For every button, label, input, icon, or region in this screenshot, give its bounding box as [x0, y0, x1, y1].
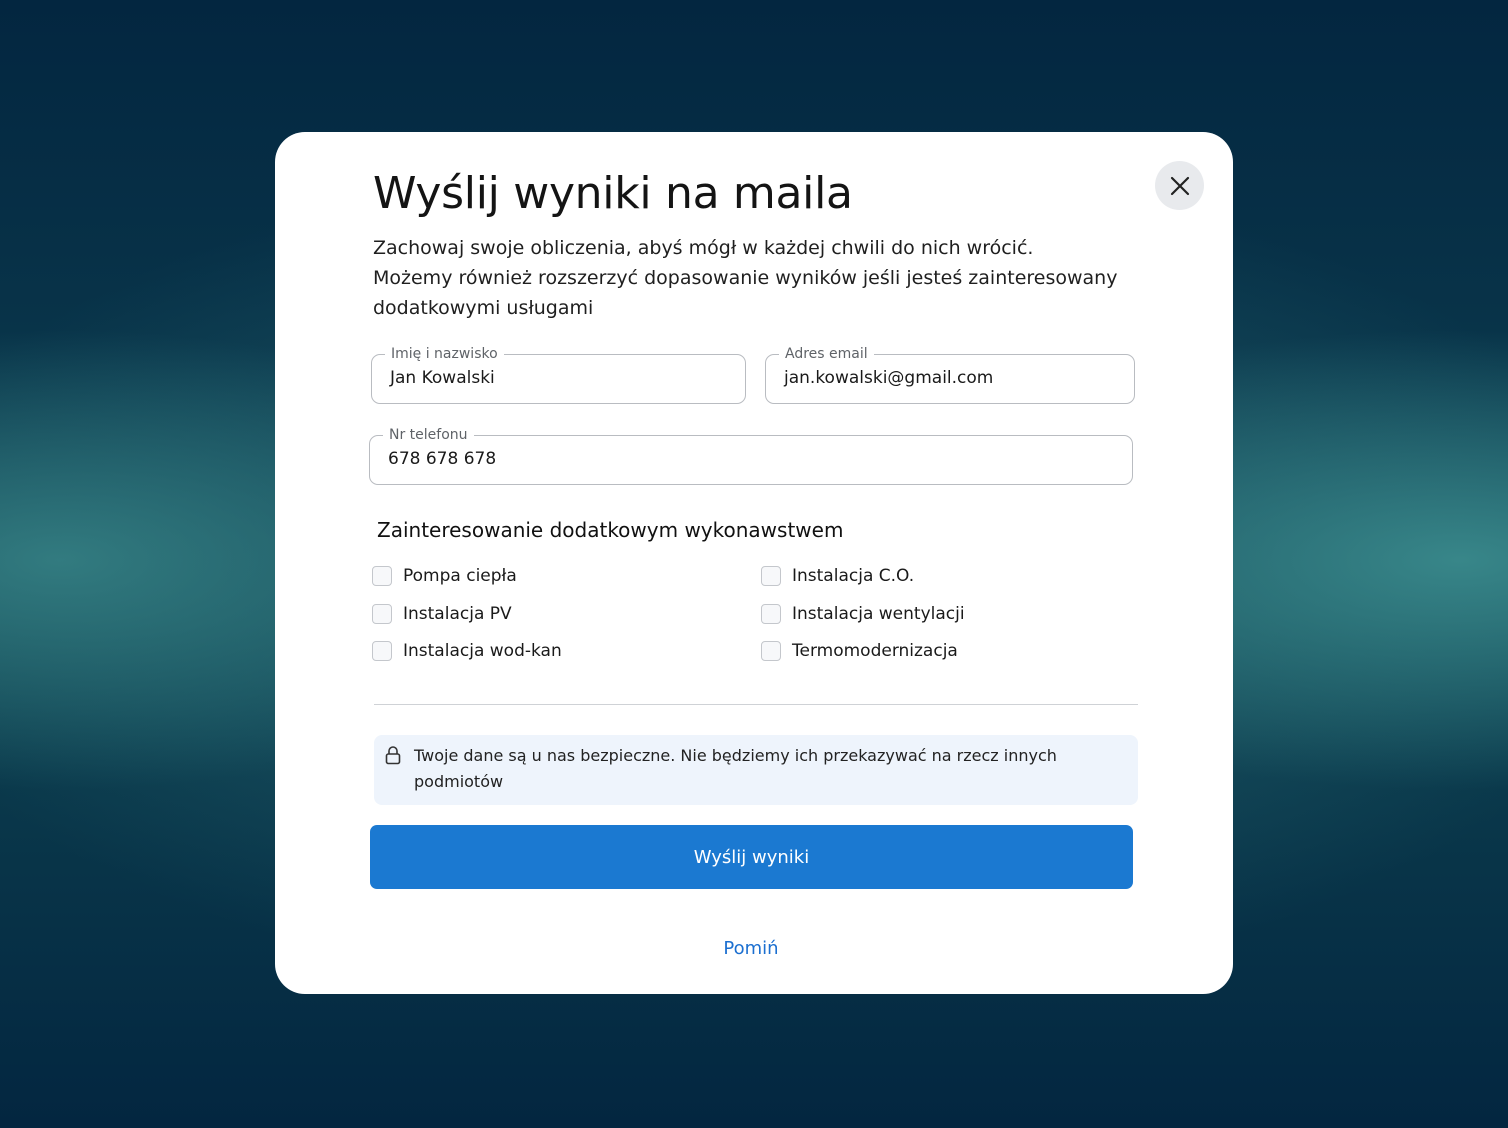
- privacy-notice-text: Twoje dane są u nas bezpieczne. Nie będz…: [414, 743, 1114, 795]
- checkbox-label: Instalacja wentylacji: [792, 604, 965, 624]
- privacy-notice: Twoje dane są u nas bezpieczne. Nie będz…: [374, 735, 1138, 805]
- close-icon: [1170, 176, 1189, 195]
- email-field[interactable]: Adres email jan.kowalski@gmail.com: [765, 345, 1135, 404]
- modal-title: Wyślij wyniki na maila: [373, 168, 853, 219]
- description-line: Zachowaj swoje obliczenia, abyś mógł w k…: [373, 237, 1034, 259]
- modal-description: Zachowaj swoje obliczenia, abyś mógł w k…: [373, 233, 1118, 323]
- phone-field-value: 678 678 678: [388, 449, 497, 469]
- checkbox-box[interactable]: [761, 566, 781, 586]
- lock-icon: [385, 746, 401, 765]
- divider: [374, 704, 1138, 705]
- checkbox-pv[interactable]: Instalacja PV: [372, 604, 512, 624]
- checkbox-label: Instalacja wod-kan: [403, 641, 562, 661]
- checkbox-box[interactable]: [372, 604, 392, 624]
- checkbox-box[interactable]: [761, 641, 781, 661]
- checkbox-label: Pompa ciepła: [403, 566, 517, 586]
- checkbox-heat-pump[interactable]: Pompa ciepła: [372, 566, 517, 586]
- name-field-label: Imię i nazwisko: [385, 345, 504, 363]
- checkbox-label: Termomodernizacja: [792, 641, 958, 661]
- email-field-value: jan.kowalski@gmail.com: [784, 368, 994, 388]
- checkbox-label: Instalacja C.O.: [792, 566, 915, 586]
- skip-link[interactable]: Pomiń: [275, 938, 1227, 959]
- checkbox-box[interactable]: [761, 604, 781, 624]
- description-line: Możemy również rozszerzyć dopasowanie wy…: [373, 267, 1118, 289]
- checkbox-label: Instalacja PV: [403, 604, 512, 624]
- name-field-value: Jan Kowalski: [390, 368, 495, 388]
- checkbox-water-sewage[interactable]: Instalacja wod-kan: [372, 641, 562, 661]
- checkbox-central-heating[interactable]: Instalacja C.O.: [761, 566, 914, 586]
- send-results-modal: Wyślij wyniki na maila Zachowaj swoje ob…: [275, 132, 1233, 994]
- privacy-notice-line: Twoje dane są u nas bezpieczne. Nie będz…: [414, 746, 1057, 765]
- checkbox-ventilation[interactable]: Instalacja wentylacji: [761, 604, 965, 624]
- description-line: dodatkowymi usługami: [373, 297, 594, 319]
- checkbox-thermomodernization[interactable]: Termomodernizacja: [761, 641, 958, 661]
- phone-field-label: Nr telefonu: [383, 426, 474, 444]
- name-field[interactable]: Imię i nazwisko Jan Kowalski: [371, 345, 746, 404]
- checkbox-box[interactable]: [372, 566, 392, 586]
- close-button[interactable]: [1155, 161, 1204, 210]
- send-results-button[interactable]: Wyślij wyniki: [370, 825, 1133, 889]
- privacy-notice-line: podmiotów: [414, 772, 504, 791]
- phone-field[interactable]: Nr telefonu 678 678 678: [369, 426, 1133, 485]
- email-field-label: Adres email: [779, 345, 874, 363]
- checkbox-box[interactable]: [372, 641, 392, 661]
- interests-title: Zainteresowanie dodatkowym wykonawstwem: [377, 518, 844, 542]
